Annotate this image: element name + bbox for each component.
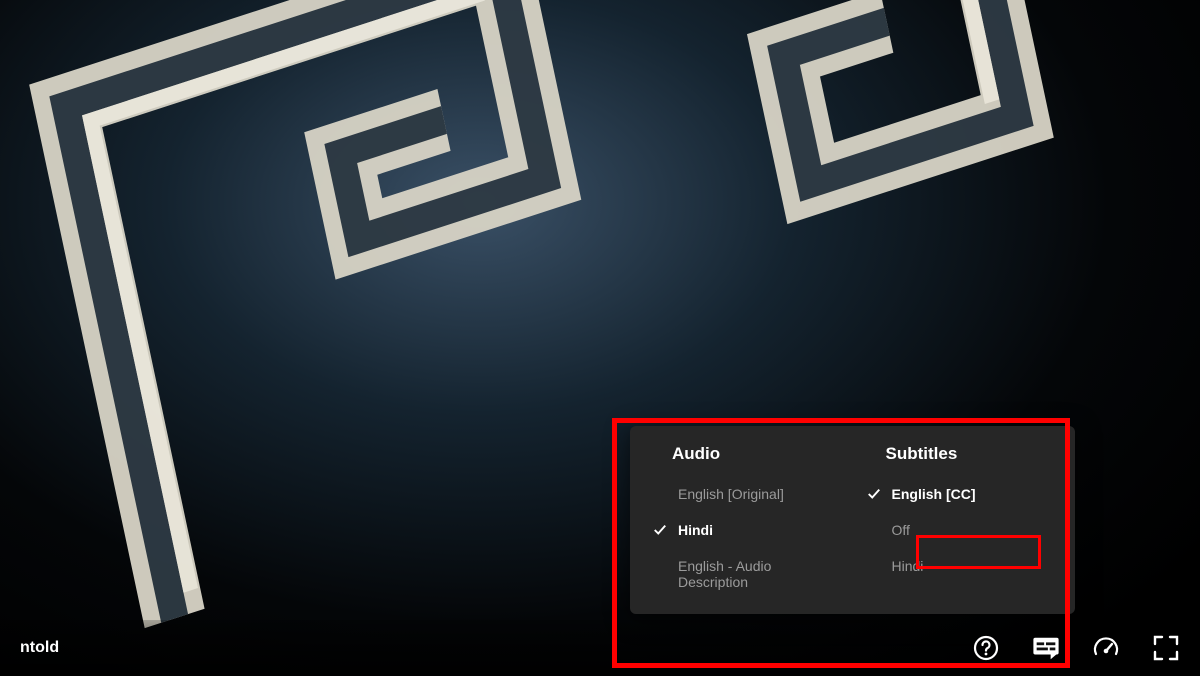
check-icon xyxy=(866,558,882,574)
subtitle-option[interactable]: Off xyxy=(858,512,1062,548)
audio-subtitles-panel: Audio English [Original] Hindi English -… xyxy=(630,426,1075,614)
audio-option-label: English - Audio Description xyxy=(678,558,840,590)
fullscreen-button[interactable] xyxy=(1152,634,1180,662)
fullscreen-icon xyxy=(1152,634,1180,662)
audio-option[interactable]: English - Audio Description xyxy=(644,548,848,600)
subtitle-option[interactable]: English [CC] xyxy=(858,476,1062,512)
player-controls-bar: ntold xyxy=(0,620,1200,676)
subtitle-option-label: Hindi xyxy=(892,558,924,574)
subtitles-heading: Subtitles xyxy=(858,444,1062,476)
check-icon xyxy=(652,522,668,538)
check-icon xyxy=(866,486,882,502)
playback-speed-button[interactable] xyxy=(1092,634,1120,662)
check-icon xyxy=(866,522,882,538)
speedometer-icon xyxy=(1092,634,1120,662)
check-icon xyxy=(652,486,668,502)
audio-option[interactable]: English [Original] xyxy=(644,476,848,512)
audio-option[interactable]: Hindi xyxy=(644,512,848,548)
audio-subtitles-button[interactable] xyxy=(1032,634,1060,662)
video-player: Audio English [Original] Hindi English -… xyxy=(0,0,1200,676)
help-icon xyxy=(972,634,1000,662)
subtitle-option-label: Off xyxy=(892,522,910,538)
audio-option-label: English [Original] xyxy=(678,486,784,502)
subtitles-icon xyxy=(1032,634,1060,662)
subtitle-option-label: English [CC] xyxy=(892,486,976,502)
audio-column: Audio English [Original] Hindi English -… xyxy=(644,444,848,600)
audio-heading: Audio xyxy=(644,444,848,476)
help-button[interactable] xyxy=(972,634,1000,662)
right-controls-group xyxy=(972,634,1180,662)
subtitles-column: Subtitles English [CC] Off Hindi xyxy=(858,444,1062,600)
audio-option-label: Hindi xyxy=(678,522,713,538)
video-title: ntold xyxy=(20,639,59,657)
subtitle-option[interactable]: Hindi xyxy=(858,548,1062,584)
check-icon xyxy=(652,566,668,582)
